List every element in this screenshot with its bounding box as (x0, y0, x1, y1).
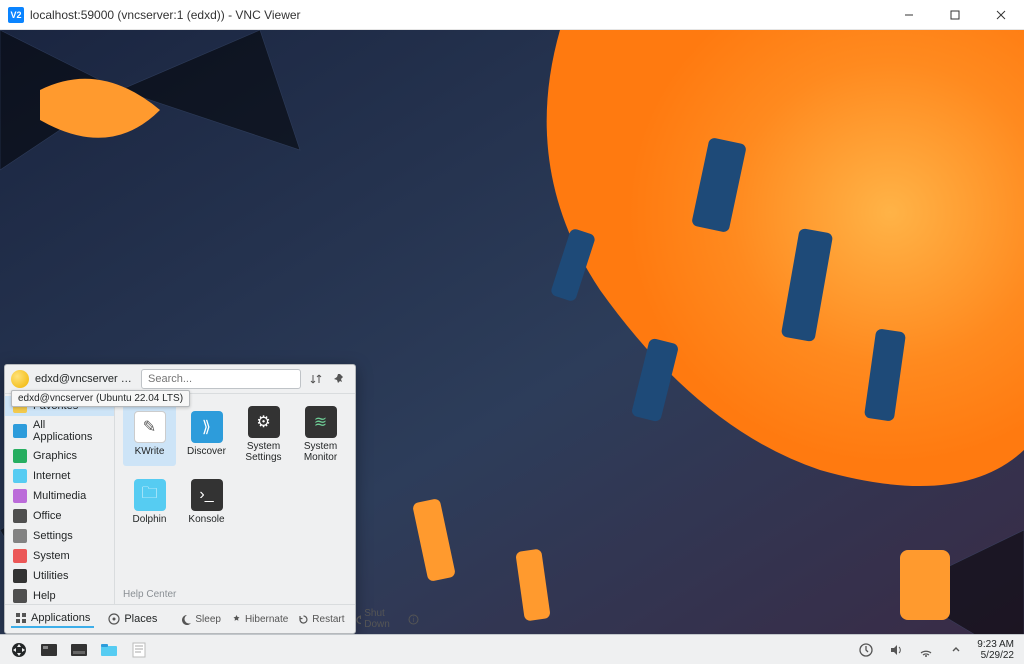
tab-places-label: Places (124, 613, 157, 625)
app-label: Discover (187, 446, 226, 457)
app-system-settings[interactable]: ⚙ System Settings (237, 402, 290, 466)
host-titlebar: V2 localhost:59000 (vncserver:1 (edxd)) … (0, 0, 1024, 30)
tab-places[interactable]: Places (104, 611, 161, 627)
user-label: edxd@vncserver (Ubuntu 22.0... (35, 373, 135, 385)
category-utilities[interactable]: Utilities (5, 566, 114, 586)
category-list: FavoritesAll ApplicationsGraphicsInterne… (5, 394, 115, 604)
maximize-button[interactable] (932, 0, 978, 30)
category-help[interactable]: Help (5, 586, 114, 604)
restart-label: Restart (312, 614, 344, 625)
app-label: Konsole (188, 514, 224, 525)
tray-volume-icon[interactable] (884, 638, 908, 662)
tray-network-icon[interactable] (914, 638, 938, 662)
restart-button[interactable]: Restart (298, 614, 344, 625)
vnc-app-icon: V2 (8, 7, 24, 23)
sleep-label: Sleep (195, 614, 221, 625)
category-icon (13, 569, 27, 583)
tray-updates-icon[interactable] (854, 638, 878, 662)
app-konsole[interactable]: ›_ Konsole (180, 470, 233, 534)
panel-clock-time: 9:23 AM (977, 639, 1014, 650)
menu-body: FavoritesAll ApplicationsGraphicsInterne… (5, 394, 355, 604)
category-label: Internet (33, 470, 70, 482)
category-icon (13, 469, 27, 483)
menu-footer: Applications Places Sleep Hibernate Rest… (5, 604, 355, 633)
close-button[interactable] (978, 0, 1024, 30)
app-icon: ≋ (305, 406, 337, 438)
application-menu: edxd@vncserver (Ubuntu 22.0... edxd@vncs… (4, 364, 356, 634)
app-icon: ⟫ (191, 411, 223, 443)
category-settings[interactable]: Settings (5, 526, 114, 546)
task-dolphin-icon[interactable] (97, 638, 121, 662)
window-title: localhost:59000 (vncserver:1 (edxd)) - V… (30, 8, 886, 22)
app-label: Dolphin (133, 514, 167, 525)
shutdown-label: Shut Down (364, 608, 394, 630)
user-tooltip: edxd@vncserver (Ubuntu 22.04 LTS) (11, 390, 190, 407)
task-kwrite-icon[interactable] (127, 638, 151, 662)
category-icon (13, 424, 27, 438)
minimize-button[interactable] (886, 0, 932, 30)
category-label: Office (33, 510, 62, 522)
task-manager-icon[interactable] (67, 638, 91, 662)
vnc-viewport: edxd@vncserver (Ubuntu 22.0... edxd@vncs… (0, 30, 1024, 664)
category-office[interactable]: Office (5, 506, 114, 526)
category-label: Utilities (33, 570, 68, 582)
app-icon: 🗀 (134, 479, 166, 511)
shutdown-button[interactable]: Shut Down (355, 608, 395, 630)
category-multimedia[interactable]: Multimedia (5, 486, 114, 506)
category-label: All Applications (33, 419, 106, 443)
category-label: Help (33, 590, 56, 602)
hibernate-label: Hibernate (245, 614, 288, 625)
tab-applications[interactable]: Applications (11, 610, 94, 628)
pin-icon[interactable] (331, 370, 349, 388)
svg-text:i: i (413, 617, 415, 624)
app-label: KWrite (135, 446, 165, 457)
category-icon (13, 489, 27, 503)
category-all-applications[interactable]: All Applications (5, 416, 114, 446)
category-icon (13, 589, 27, 603)
app-dolphin[interactable]: 🗀 Dolphin (123, 470, 176, 534)
category-icon (13, 449, 27, 463)
panel-clock-date: 5/29/22 (977, 650, 1014, 661)
app-kwrite[interactable]: ✎ KWrite (123, 402, 176, 466)
kde-panel: 9:23 AM 5/29/22 (0, 634, 1024, 664)
user-avatar-icon[interactable] (11, 370, 29, 388)
tray-chevron-icon[interactable] (944, 638, 968, 662)
panel-clock[interactable]: 9:23 AM 5/29/22 (971, 639, 1020, 661)
task-pager-icon[interactable] (37, 638, 61, 662)
hibernate-button[interactable]: Hibernate (231, 614, 288, 625)
category-label: System (33, 550, 70, 562)
category-icon (13, 509, 27, 523)
category-icon (13, 549, 27, 563)
category-internet[interactable]: Internet (5, 466, 114, 486)
app-grid: ✎ KWrite ⟫ Discover ⚙ System Settings ≋ System … (115, 394, 355, 604)
app-icon: ›_ (191, 479, 223, 511)
category-system[interactable]: System (5, 546, 114, 566)
app-discover[interactable]: ⟫ Discover (180, 402, 233, 466)
app-label: System Settings (239, 441, 288, 463)
app-label: System Monitor (296, 441, 345, 463)
app-system-monitor[interactable]: ≋ System Monitor (294, 402, 347, 466)
category-label: Graphics (33, 450, 77, 462)
app-icon: ✎ (134, 411, 166, 443)
sort-icon[interactable] (307, 370, 325, 388)
app-launcher-icon[interactable] (7, 638, 31, 662)
search-input[interactable] (141, 369, 301, 389)
category-label: Multimedia (33, 490, 86, 502)
category-graphics[interactable]: Graphics (5, 446, 114, 466)
tab-applications-label: Applications (31, 612, 90, 624)
sleep-button[interactable]: Sleep (181, 614, 221, 625)
app-icon: ⚙ (248, 406, 280, 438)
category-label: Settings (33, 530, 73, 542)
info-icon[interactable]: i (408, 614, 419, 625)
category-icon (13, 529, 27, 543)
help-center-label: Help Center (123, 589, 176, 600)
